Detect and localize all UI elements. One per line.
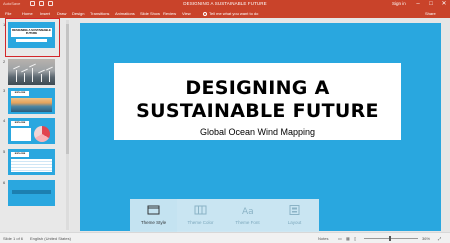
table-graphic (11, 159, 52, 172)
wind-turbine-image (49, 71, 50, 82)
slide-number: 5 (3, 149, 6, 154)
fit-to-window-icon[interactable]: ⤢ (438, 236, 441, 241)
zoom-level[interactable]: 36% (422, 236, 430, 241)
theme-color-button[interactable]: Theme Color (177, 199, 224, 232)
zoom-slider-handle[interactable] (389, 236, 391, 241)
slide-thumbnail-6[interactable] (8, 180, 55, 206)
slide-thumbnail-1[interactable]: DESIGNING A SUSTAINABLE FUTURE (8, 22, 55, 48)
slide-subtitle: Global Ocean Wind Mapping (199, 126, 316, 137)
wind-turbine-image (16, 70, 17, 82)
svg-text:Aa: Aa (242, 207, 254, 215)
tell-me-box[interactable]: Tell me what you want to do (203, 11, 258, 16)
ribbon-tabs: File Home Insert Draw Design Transitions… (0, 9, 450, 18)
lightbulb-icon (203, 11, 207, 16)
scrollbar-thumb[interactable] (66, 24, 69, 154)
language-indicator[interactable]: English (United States) (30, 236, 71, 241)
wind-turbine-image (41, 74, 42, 82)
title-bar: AutoSave DESIGNING A SUSTAINABLE FUTURE … (0, 0, 450, 9)
minimize-button[interactable]: – (412, 0, 424, 9)
maximize-button[interactable]: □ (425, 0, 437, 9)
tab-view[interactable]: View (182, 11, 191, 16)
theme-font-button[interactable]: Aa Theme Font (224, 199, 271, 232)
slide-number: 4 (3, 118, 6, 123)
document-title: DESIGNING A SUSTAINABLE FUTURE (183, 1, 267, 6)
close-button[interactable]: ✕ (438, 0, 450, 9)
tell-me-text: Tell me what you want to do (209, 11, 259, 16)
slide-thumbnail-5[interactable]: EXPLORE (8, 149, 55, 175)
tab-insert[interactable]: Insert (40, 11, 50, 16)
tab-draw[interactable]: Draw (57, 11, 66, 16)
notes-button[interactable]: Notes (318, 236, 328, 241)
sign-in-link[interactable]: Sign in (392, 1, 406, 6)
wind-turbine-image (24, 73, 25, 82)
thumbnail-bar (12, 190, 51, 194)
ocean-sunset-image (11, 98, 52, 112)
zoom-slider[interactable] (364, 238, 418, 239)
thumbnail-text-box (11, 128, 31, 141)
slide-count: Slide 1 of 6 (3, 236, 24, 241)
slide-title: DESIGNING A SUSTAINABLE FUTURE (136, 76, 379, 122)
thumbnail-title-box: DESIGNING A SUSTAINABLE FUTURE (11, 28, 52, 37)
theme-style-button[interactable]: Theme Style (130, 199, 177, 232)
slide-sorter-icon[interactable]: ▦ (346, 236, 350, 241)
slide-thumbnail-3[interactable]: EXPLORE (8, 88, 55, 114)
theme-font-label: Theme Font (235, 220, 260, 225)
theme-style-icon (147, 205, 160, 215)
layout-icon (289, 205, 300, 215)
theme-font-icon: Aa (242, 207, 254, 215)
design-ideas-panel: Theme Style Theme Color Aa Theme Font La… (130, 199, 319, 232)
pie-chart-graphic (34, 126, 50, 142)
thumbnail-subtitle-box (16, 39, 47, 42)
slide-thumbnail-4[interactable]: EXPLORE (8, 118, 55, 144)
theme-color-label: Theme Color (187, 220, 214, 225)
tab-file[interactable]: File (5, 11, 11, 16)
normal-view-icon[interactable]: ▭ (338, 236, 342, 241)
slides-pane-scrollbar[interactable] (66, 20, 69, 230)
tab-slide-show[interactable]: Slide Show (140, 11, 160, 16)
status-bar: Slide 1 of 6 English (United States) Not… (0, 232, 450, 243)
slide-number: 2 (3, 59, 6, 64)
slide-number: 6 (3, 180, 6, 185)
slide-subtitle-box[interactable]: Global Ocean Wind Mapping (114, 123, 401, 140)
slide-number: 3 (3, 88, 6, 93)
tab-transitions[interactable]: Transitions (90, 11, 109, 16)
tab-review[interactable]: Review (163, 11, 176, 16)
layout-button[interactable]: Layout (271, 199, 318, 232)
share-button[interactable]: Share (425, 11, 436, 16)
thumbnail-heading: EXPLORE (11, 121, 29, 126)
tab-home[interactable]: Home (22, 11, 33, 16)
layout-label: Layout (287, 220, 302, 225)
slide-thumbnail-2[interactable] (8, 59, 55, 85)
theme-style-label: Theme Style (140, 220, 167, 225)
thumbnail-heading: EXPLORE (11, 152, 29, 157)
thumbnail-heading: EXPLORE (11, 91, 29, 96)
theme-color-icon (194, 205, 207, 215)
tab-design[interactable]: Design (72, 11, 84, 16)
tab-animations[interactable]: Animations (115, 11, 135, 16)
slide-number: 1 (3, 22, 6, 27)
wind-turbine-image (32, 68, 33, 82)
thumbnail-title: DESIGNING A SUSTAINABLE FUTURE (12, 28, 51, 36)
reading-view-icon[interactable]: ▯ (354, 236, 356, 241)
